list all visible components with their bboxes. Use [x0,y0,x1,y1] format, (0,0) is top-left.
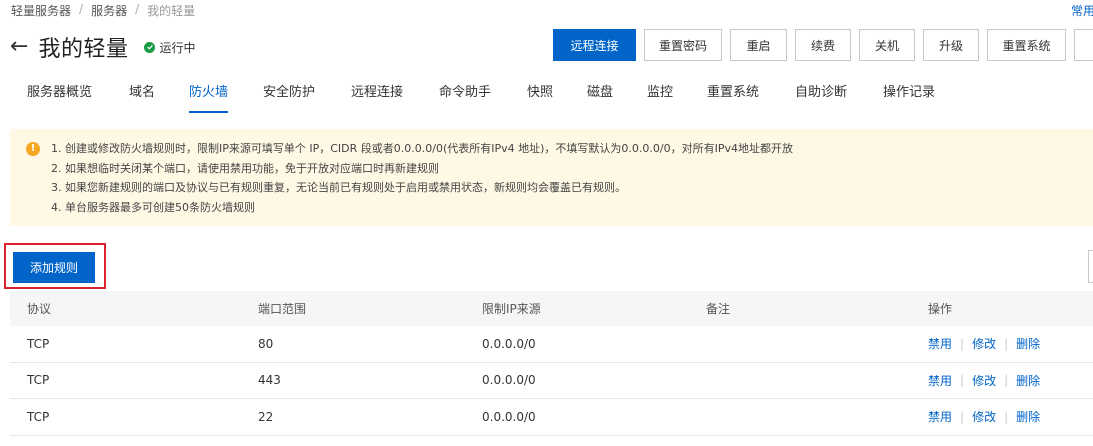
tab-disk[interactable]: 磁盘 [587,81,613,113]
action-toolbar: 远程连接 重置密码 重启 续费 关机 升级 重置系统 [553,29,1093,61]
disable-link[interactable]: 禁用 [928,408,952,425]
notice-line: 1. 创建或修改防火墙规则时，限制IP来源可填写单个 IP，CIDR 段或者0.… [51,142,794,155]
tab-command-assistant[interactable]: 命令助手 [439,81,491,113]
row-actions: 禁用 | 修改 | 删除 [928,408,1040,425]
notice-line: 4. 单台服务器最多可创建50条防火墙规则 [51,200,255,214]
divider: | [1004,336,1009,351]
tab-monitor[interactable]: 监控 [647,81,673,113]
delete-link[interactable]: 删除 [1016,372,1040,389]
tab-firewall[interactable]: 防火墙 [189,81,229,113]
table-row: TCP 80 0.0.0.0/0 禁用 | 修改 | 删除 [10,326,1093,363]
tab-domain[interactable]: 域名 [129,81,155,113]
breadcrumb-item-servers[interactable]: 服务器 [91,2,127,19]
status-text: 运行中 [159,40,196,55]
table-row: TCP 443 0.0.0.0/0 禁用 | 修改 | 删除 [10,363,1093,399]
cell-port: 22 [258,409,274,424]
common-link[interactable]: 常用 [1071,2,1093,19]
cell-protocol: TCP [27,336,50,351]
add-rule-highlight: 添加规则 [4,243,106,289]
firewall-rules-table: 协议 端口范围 限制IP来源 备注 操作 TCP 80 0.0.0.0/0 禁用… [10,291,1093,436]
refresh-button[interactable] [1088,250,1093,283]
table-header: 协议 端口范围 限制IP来源 备注 操作 [10,291,1093,326]
restart-button[interactable]: 重启 [730,29,787,61]
edit-link[interactable]: 修改 [972,335,996,352]
renew-button[interactable]: 续费 [795,29,851,61]
warning-icon: ! [26,142,40,156]
tab-snapshot[interactable]: 快照 [527,81,553,113]
tab-remote-connect[interactable]: 远程连接 [351,81,403,113]
delete-link[interactable]: 删除 [1016,335,1040,352]
delete-link[interactable]: 删除 [1016,408,1040,425]
disable-link[interactable]: 禁用 [928,335,952,352]
tab-self-diagnosis[interactable]: 自助诊断 [795,81,847,113]
divider: | [960,409,965,424]
remote-connect-button[interactable]: 远程连接 [553,29,636,61]
reset-password-button[interactable]: 重置密码 [644,29,722,61]
notice-line: 2. 如果想临时关闭某个端口，请使用禁用功能，免于开放对应端口时再新建规则 [51,161,439,175]
upgrade-button[interactable]: 升级 [923,29,979,61]
column-header-note: 备注 [706,302,731,316]
reset-system-button[interactable]: 重置系统 [987,29,1066,61]
breadcrumb-separator: / [79,2,84,16]
column-header-protocol: 协议 [27,302,52,316]
divider: | [960,373,965,388]
status-badge: 运行中 [144,39,195,56]
title-row: ← 我的轻量 运行中 [10,31,195,63]
cell-protocol: TCP [27,409,50,424]
cell-port: 80 [258,336,274,351]
column-header-port-range: 端口范围 [258,302,307,316]
shutdown-button[interactable]: 关机 [859,29,915,61]
breadcrumb: 轻量服务器 / 服务器 / 我的轻量 [11,2,195,19]
cell-source: 0.0.0.0/0 [482,409,536,424]
divider: | [960,336,965,351]
divider: | [1004,409,1009,424]
tab-bar: 服务器概览 域名 防火墙 安全防护 远程连接 命令助手 快照 磁盘 监控 重置系… [0,81,1093,113]
breadcrumb-item-lightweight-server[interactable]: 轻量服务器 [11,2,71,19]
row-actions: 禁用 | 修改 | 删除 [928,372,1040,389]
cell-port: 443 [258,373,281,388]
notice-line: 3. 如果您新建规则的端口及协议与已有规则重复，无论当前已有规则处于启用或禁用状… [51,181,626,194]
tab-reset-system[interactable]: 重置系统 [707,81,759,113]
tab-operation-log[interactable]: 操作记录 [883,81,935,113]
column-header-source-ip: 限制IP来源 [482,302,541,316]
page-title: 我的轻量 [38,37,129,62]
notice-lines: 1. 创建或修改防火墙规则时，限制IP来源可填写单个 IP，CIDR 段或者0.… [51,142,793,220]
tab-server-overview[interactable]: 服务器概览 [27,81,92,113]
breadcrumb-item-current: 我的轻量 [147,4,196,18]
edit-link[interactable]: 修改 [972,372,996,389]
row-actions: 禁用 | 修改 | 删除 [928,335,1040,352]
more-button[interactable] [1074,29,1093,61]
edit-link[interactable]: 修改 [972,408,996,425]
check-circle-icon [144,41,156,53]
notice-box: ! 1. 创建或修改防火墙规则时，限制IP来源可填写单个 IP，CIDR 段或者… [10,129,1093,226]
cell-source: 0.0.0.0/0 [482,373,536,388]
breadcrumb-separator: / [135,2,140,16]
tab-security-protection[interactable]: 安全防护 [263,81,315,113]
cell-source: 0.0.0.0/0 [482,336,536,351]
cell-protocol: TCP [27,373,50,388]
table-row: TCP 22 0.0.0.0/0 禁用 | 修改 | 删除 [10,399,1093,436]
column-header-actions: 操作 [928,302,953,316]
back-arrow-icon[interactable]: ← [10,36,28,58]
disable-link[interactable]: 禁用 [928,372,952,389]
add-rule-button[interactable]: 添加规则 [13,252,95,283]
divider: | [1004,373,1009,388]
